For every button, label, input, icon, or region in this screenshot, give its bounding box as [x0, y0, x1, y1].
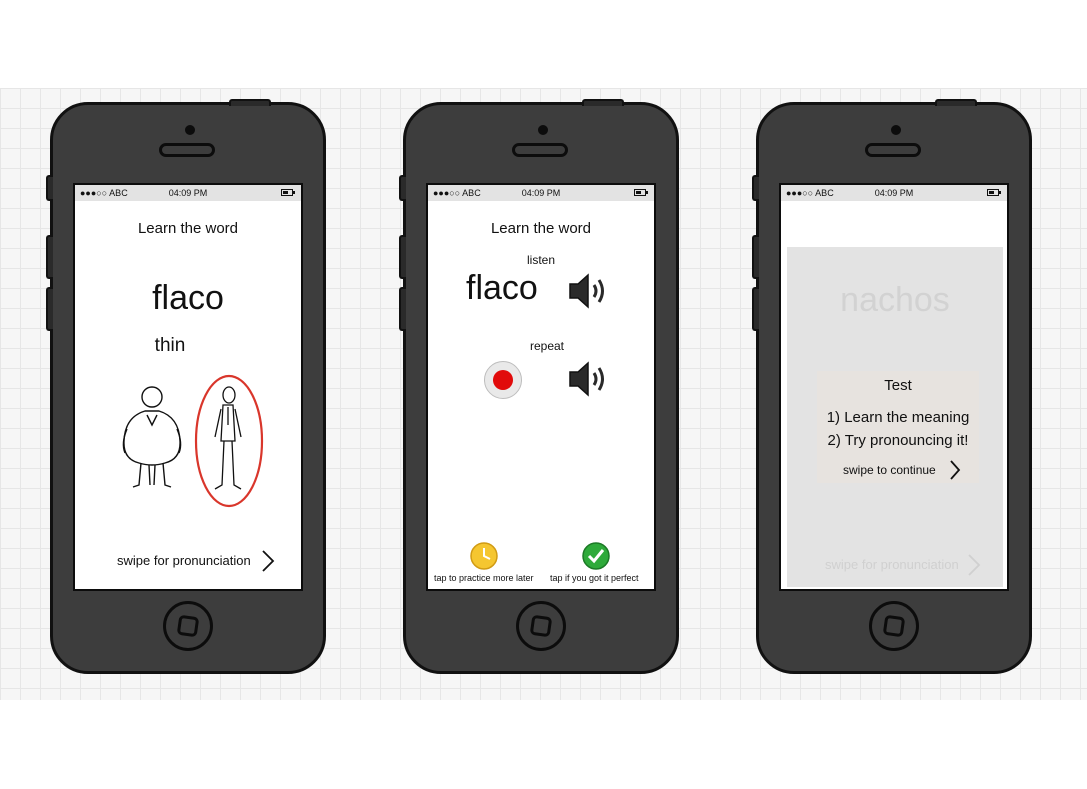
card-title: Test	[884, 377, 912, 394]
status-bar: ●●●○○ ABC 04:09 PM	[75, 185, 301, 201]
test-intro-card[interactable]: Test 1) Learn the meaning 2) Try pronoun…	[817, 371, 979, 483]
volume-down-button	[399, 287, 406, 331]
volume-down-button	[46, 287, 53, 331]
battery-icon	[281, 189, 295, 196]
chevron-right-icon[interactable]	[261, 549, 275, 573]
page-title: Learn the word	[490, 220, 592, 237]
swipe-continue-label[interactable]: swipe to continue	[843, 463, 936, 477]
earpiece	[512, 143, 568, 157]
record-button[interactable]	[484, 361, 522, 399]
speaker-icon[interactable]	[568, 271, 612, 311]
faded-swipe-hint: swipe for pronunciation	[825, 557, 959, 572]
battery-icon	[987, 189, 1001, 196]
status-time: 04:09 PM	[521, 188, 561, 198]
status-time: 04:09 PM	[874, 188, 914, 198]
volume-up-button	[399, 235, 406, 279]
phone-pronunciation: ●●●○○ ABC 04:09 PM Learn the word listen…	[399, 99, 679, 674]
got-it-perfect-label[interactable]: tap if you got it perfect	[550, 573, 639, 583]
battery-icon	[634, 189, 648, 196]
chevron-right-icon[interactable]	[949, 459, 961, 481]
modal-overlay: nachos Test 1) Learn the meaning 2) Try …	[787, 247, 1003, 587]
earpiece	[159, 143, 215, 157]
status-bar: ●●●○○ ABC 04:09 PM	[781, 185, 1007, 201]
power-button	[935, 99, 977, 106]
home-button	[869, 601, 919, 651]
translation: thin	[154, 335, 186, 356]
screen: ●●●○○ ABC 04:09 PM Learn the word listen…	[426, 183, 656, 591]
clock-icon[interactable]	[469, 541, 499, 571]
screen: ●●●○○ ABC 04:09 PM Learn the word flaco …	[73, 183, 303, 591]
volume-down-button	[752, 287, 759, 331]
power-button	[229, 99, 271, 106]
status-time: 04:09 PM	[168, 188, 208, 198]
mute-switch	[46, 175, 53, 201]
repeat-label: repeat	[529, 339, 565, 353]
listen-label: listen	[526, 253, 555, 267]
mute-switch	[399, 175, 406, 201]
vocab-word: flaco	[466, 269, 538, 307]
volume-up-button	[752, 235, 759, 279]
power-button	[582, 99, 624, 106]
home-button	[516, 601, 566, 651]
fat-man-illustration	[122, 386, 182, 488]
step-1: 1) Learn the meaning	[826, 409, 970, 426]
swipe-hint[interactable]: swipe for pronunciation	[117, 553, 251, 568]
volume-up-button	[46, 235, 53, 279]
mute-switch	[752, 175, 759, 201]
front-camera	[185, 125, 195, 135]
thin-man-illustration	[214, 386, 242, 490]
status-bar: ●●●○○ ABC 04:09 PM	[428, 185, 654, 201]
front-camera	[891, 125, 901, 135]
faded-word: nachos	[840, 281, 950, 319]
page-title: Learn the word	[137, 220, 239, 237]
screen: ●●●○○ ABC 04:09 PM nachos Test 1) Learn …	[779, 183, 1009, 591]
faded-chevron-right-icon	[968, 554, 981, 576]
practice-later-label[interactable]: tap to practice more later	[434, 573, 534, 583]
phone-learn-meaning: ●●●○○ ABC 04:09 PM Learn the word flaco …	[46, 99, 326, 674]
phone-test-intro: ●●●○○ ABC 04:09 PM nachos Test 1) Learn …	[752, 99, 1032, 674]
vocab-word: flaco	[152, 279, 224, 317]
home-button	[163, 601, 213, 651]
front-camera	[538, 125, 548, 135]
speaker-icon-playback[interactable]	[568, 359, 612, 399]
step-2: 2) Try pronouncing it!	[827, 432, 969, 449]
checkmark-icon[interactable]	[581, 541, 611, 571]
earpiece	[865, 143, 921, 157]
